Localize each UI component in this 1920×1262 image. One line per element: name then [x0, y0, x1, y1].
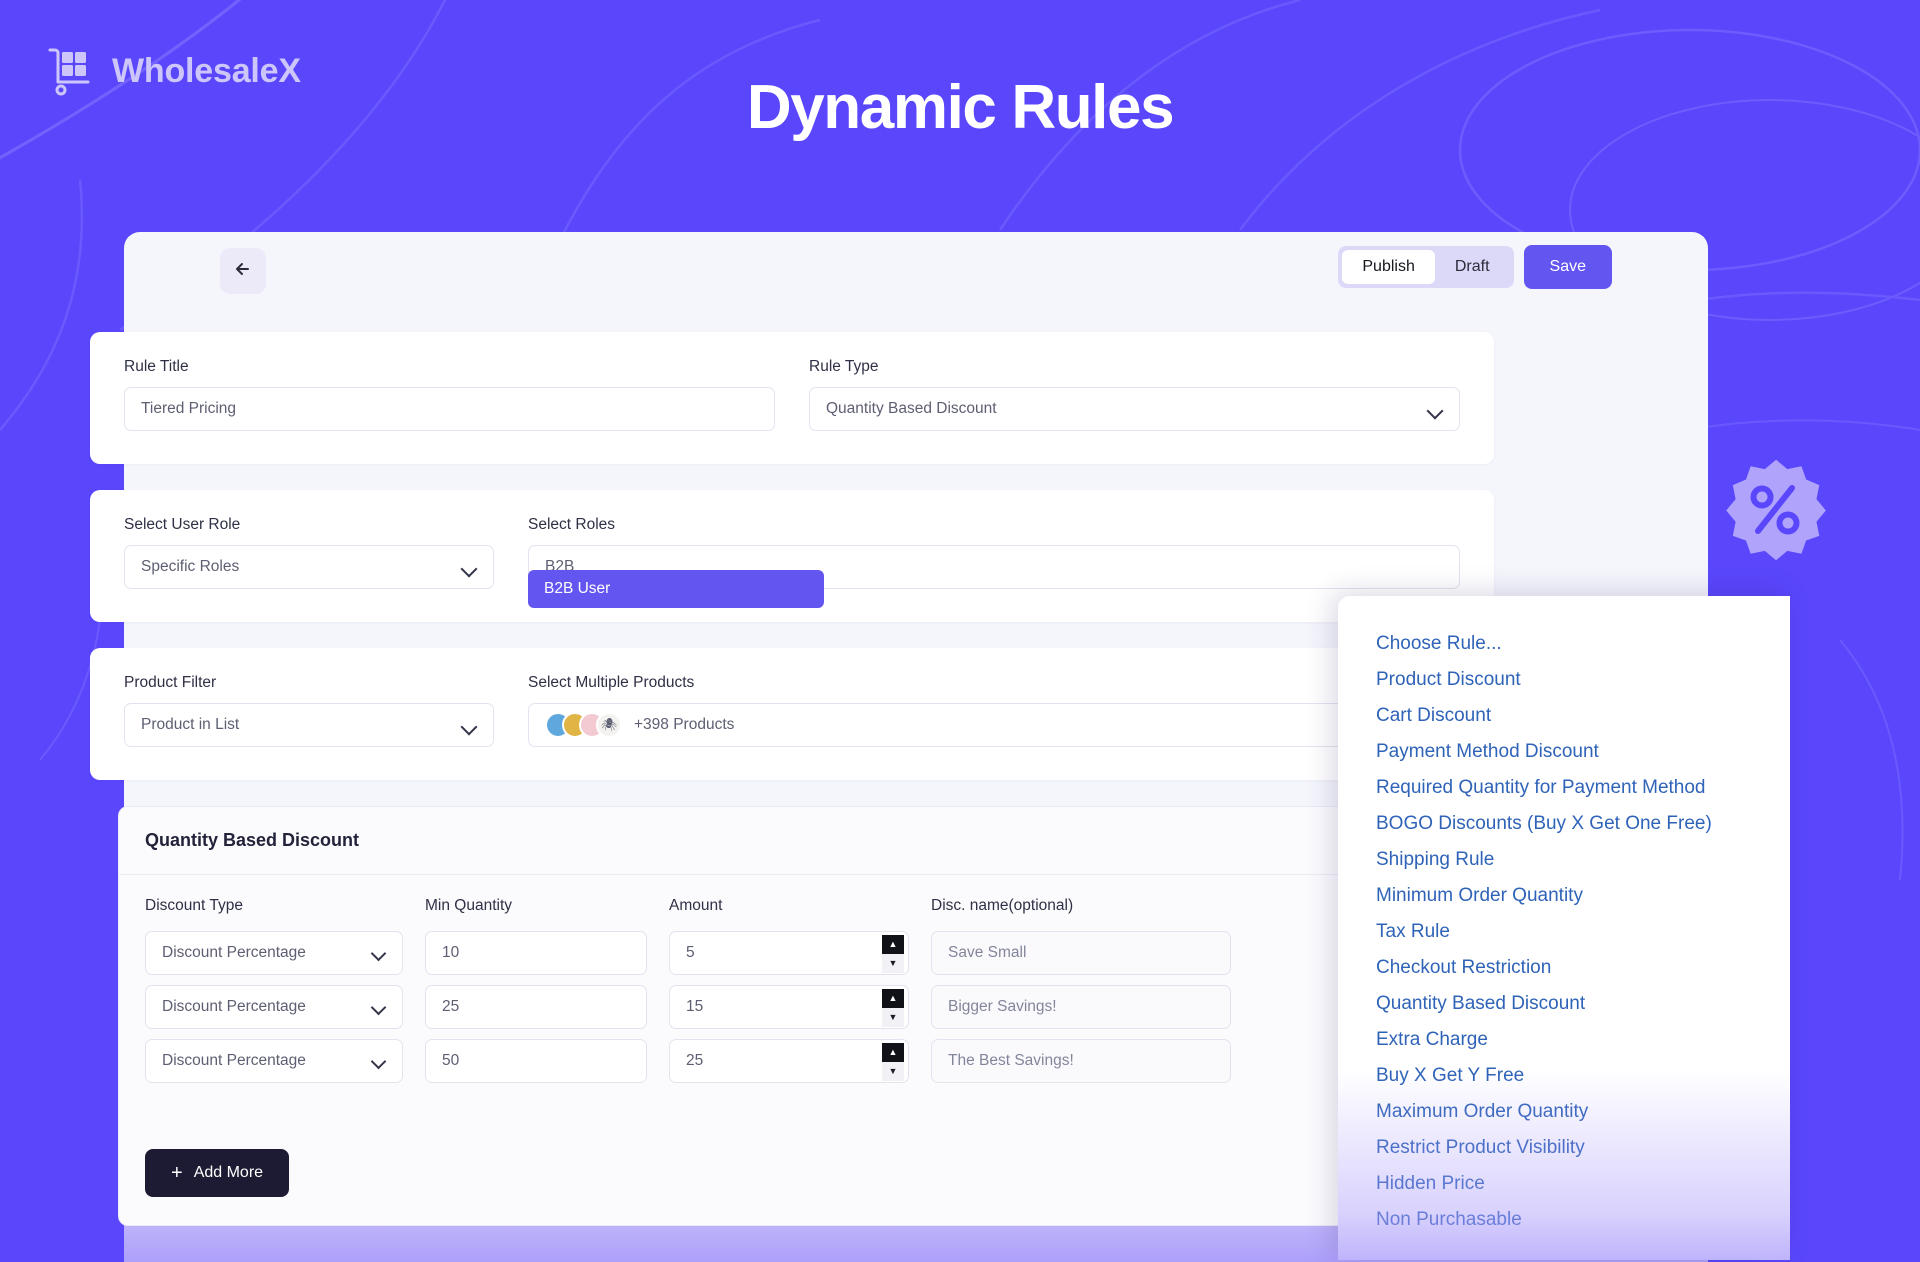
- back-button[interactable]: [220, 248, 266, 294]
- caret-down-icon[interactable]: ▼: [882, 954, 904, 973]
- rule-menu-item-2[interactable]: Cart Discount: [1338, 698, 1790, 734]
- field-rule-title: Rule Title Tiered Pricing: [124, 358, 775, 431]
- field-user-role: Select User Role Specific Roles: [124, 516, 494, 589]
- discount-table-header: Discount Type Min Quantity Amount Disc. …: [119, 875, 1465, 921]
- row-0-amount-stepper[interactable]: ▲ ▼: [882, 935, 904, 973]
- user-role-select[interactable]: Specific Roles: [124, 545, 494, 589]
- select-products-label: Select Multiple Products: [528, 674, 695, 691]
- rule-menu-item-1[interactable]: Product Discount: [1338, 662, 1790, 698]
- rule-menu-item-5[interactable]: BOGO Discounts (Buy X Get One Free): [1338, 806, 1790, 842]
- discount-table-title: Quantity Based Discount: [119, 807, 1465, 875]
- row-0-min-quantity-input[interactable]: 10: [425, 931, 647, 975]
- page-title: Dynamic Rules: [746, 73, 1175, 142]
- discount-table-card: Quantity Based Discount Discount Type Mi…: [118, 806, 1466, 1226]
- field-rule-type: Rule Type Quantity Based Discount: [809, 358, 1460, 431]
- row-2-amount-stepper[interactable]: ▲ ▼: [882, 1043, 904, 1081]
- panel-user-role: Select User Role Specific Roles Select R…: [90, 490, 1494, 622]
- arrow-left-icon: [232, 258, 254, 285]
- row-1-disc-name-input[interactable]: Bigger Savings!: [931, 985, 1231, 1029]
- field-select-products: Select Multiple Products 🕷 +398 Products: [528, 674, 1460, 747]
- panel-rule-basics: Rule Title Tiered Pricing Rule Type Quan…: [90, 332, 1494, 464]
- product-filter-label: Product Filter: [124, 674, 217, 691]
- column-header-amount: Amount: [669, 897, 723, 914]
- field-select-roles: Select Roles B2B B2B User: [528, 516, 1460, 608]
- toolbar: Publish Draft Save: [124, 232, 1708, 328]
- status-toggle[interactable]: Publish Draft: [1338, 245, 1514, 289]
- select-products-input[interactable]: 🕷 +398 Products: [528, 703, 1460, 747]
- status-option-draft[interactable]: Draft: [1435, 250, 1510, 284]
- row-0-discount-type-select[interactable]: Discount Percentage: [145, 931, 403, 975]
- user-role-label: Select User Role: [124, 516, 241, 533]
- select-roles-label: Select Roles: [528, 516, 616, 533]
- rule-menu-item-14[interactable]: Restrict Product Visibility: [1338, 1130, 1790, 1166]
- rule-menu-item-15[interactable]: Hidden Price: [1338, 1166, 1790, 1202]
- product-thumb-4: 🕷: [596, 712, 622, 738]
- caret-up-icon[interactable]: ▲: [882, 935, 904, 954]
- status-option-publish[interactable]: Publish: [1342, 249, 1435, 285]
- rule-menu-item-6[interactable]: Shipping Rule: [1338, 842, 1790, 878]
- table-row: Discount Percentage 50 25 ▲ ▼ The Best S…: [119, 1039, 1465, 1083]
- caret-down-icon[interactable]: ▼: [882, 1062, 904, 1081]
- row-1-discount-type-select[interactable]: Discount Percentage: [145, 985, 403, 1029]
- column-header-disc-name: Disc. name(optional): [931, 897, 1074, 914]
- save-button[interactable]: Save: [1523, 245, 1612, 289]
- rule-title-label: Rule Title: [124, 358, 189, 375]
- rule-title-input[interactable]: Tiered Pricing: [124, 387, 775, 431]
- toolbar-actions: Publish Draft Save: [1338, 245, 1612, 289]
- products-count: +398 Products: [634, 716, 735, 733]
- row-0-disc-name-input[interactable]: Save Small: [931, 931, 1231, 975]
- column-header-discount-type: Discount Type: [145, 897, 243, 914]
- rule-menu-item-7[interactable]: Minimum Order Quantity: [1338, 878, 1790, 914]
- plus-icon: +: [171, 1162, 183, 1184]
- table-row: Discount Percentage 10 5 ▲ ▼ Save Small: [119, 931, 1465, 975]
- column-header-min-quantity: Min Quantity: [425, 897, 513, 914]
- rule-menu-item-16[interactable]: Non Purchasable: [1338, 1202, 1790, 1238]
- rule-menu-item-4[interactable]: Required Quantity for Payment Method: [1338, 770, 1790, 806]
- rule-menu-item-3[interactable]: Payment Method Discount: [1338, 734, 1790, 770]
- product-thumbnails: 🕷: [545, 712, 622, 738]
- panel-product-filter: Product Filter Product in List Select Mu…: [90, 648, 1494, 780]
- rule-menu-item-10[interactable]: Quantity Based Discount: [1338, 986, 1790, 1022]
- add-more-button[interactable]: + Add More: [145, 1149, 290, 1197]
- role-option-b2b-user[interactable]: B2B User: [528, 570, 824, 608]
- add-more-label: Add More: [193, 1164, 264, 1181]
- field-product-filter: Product Filter Product in List: [124, 674, 494, 747]
- row-1-amount-value: 15: [686, 998, 704, 1015]
- row-2-discount-type-select[interactable]: Discount Percentage: [145, 1039, 403, 1083]
- rule-menu-item-11[interactable]: Extra Charge: [1338, 1022, 1790, 1058]
- rule-chooser-menu: Choose Rule... Product Discount Cart Dis…: [1338, 596, 1790, 1260]
- rule-menu-item-12[interactable]: Buy X Get Y Free: [1338, 1058, 1790, 1094]
- percent-badge-icon: [1722, 455, 1830, 563]
- caret-up-icon[interactable]: ▲: [882, 1043, 904, 1062]
- caret-down-icon[interactable]: ▼: [882, 1008, 904, 1027]
- rule-type-select[interactable]: Quantity Based Discount: [809, 387, 1460, 431]
- row-0-amount-value: 5: [686, 944, 695, 961]
- row-2-disc-name-input[interactable]: The Best Savings!: [931, 1039, 1231, 1083]
- rule-type-label: Rule Type: [809, 358, 879, 375]
- row-2-amount-value: 25: [686, 1052, 704, 1069]
- row-1-amount-input[interactable]: 15 ▲ ▼: [669, 985, 909, 1029]
- product-filter-select[interactable]: Product in List: [124, 703, 494, 747]
- rule-menu-item-13[interactable]: Maximum Order Quantity: [1338, 1094, 1790, 1130]
- table-row: Discount Percentage 25 15 ▲ ▼ Bigger Sav…: [119, 985, 1465, 1029]
- row-0-amount-input[interactable]: 5 ▲ ▼: [669, 931, 909, 975]
- caret-up-icon[interactable]: ▲: [882, 989, 904, 1008]
- row-1-amount-stepper[interactable]: ▲ ▼: [882, 989, 904, 1027]
- rule-menu-item-0[interactable]: Choose Rule...: [1338, 626, 1790, 662]
- row-2-amount-input[interactable]: 25 ▲ ▼: [669, 1039, 909, 1083]
- row-2-min-quantity-input[interactable]: 50: [425, 1039, 647, 1083]
- rule-menu-item-8[interactable]: Tax Rule: [1338, 914, 1790, 950]
- row-1-min-quantity-input[interactable]: 25: [425, 985, 647, 1029]
- rule-menu-item-9[interactable]: Checkout Restriction: [1338, 950, 1790, 986]
